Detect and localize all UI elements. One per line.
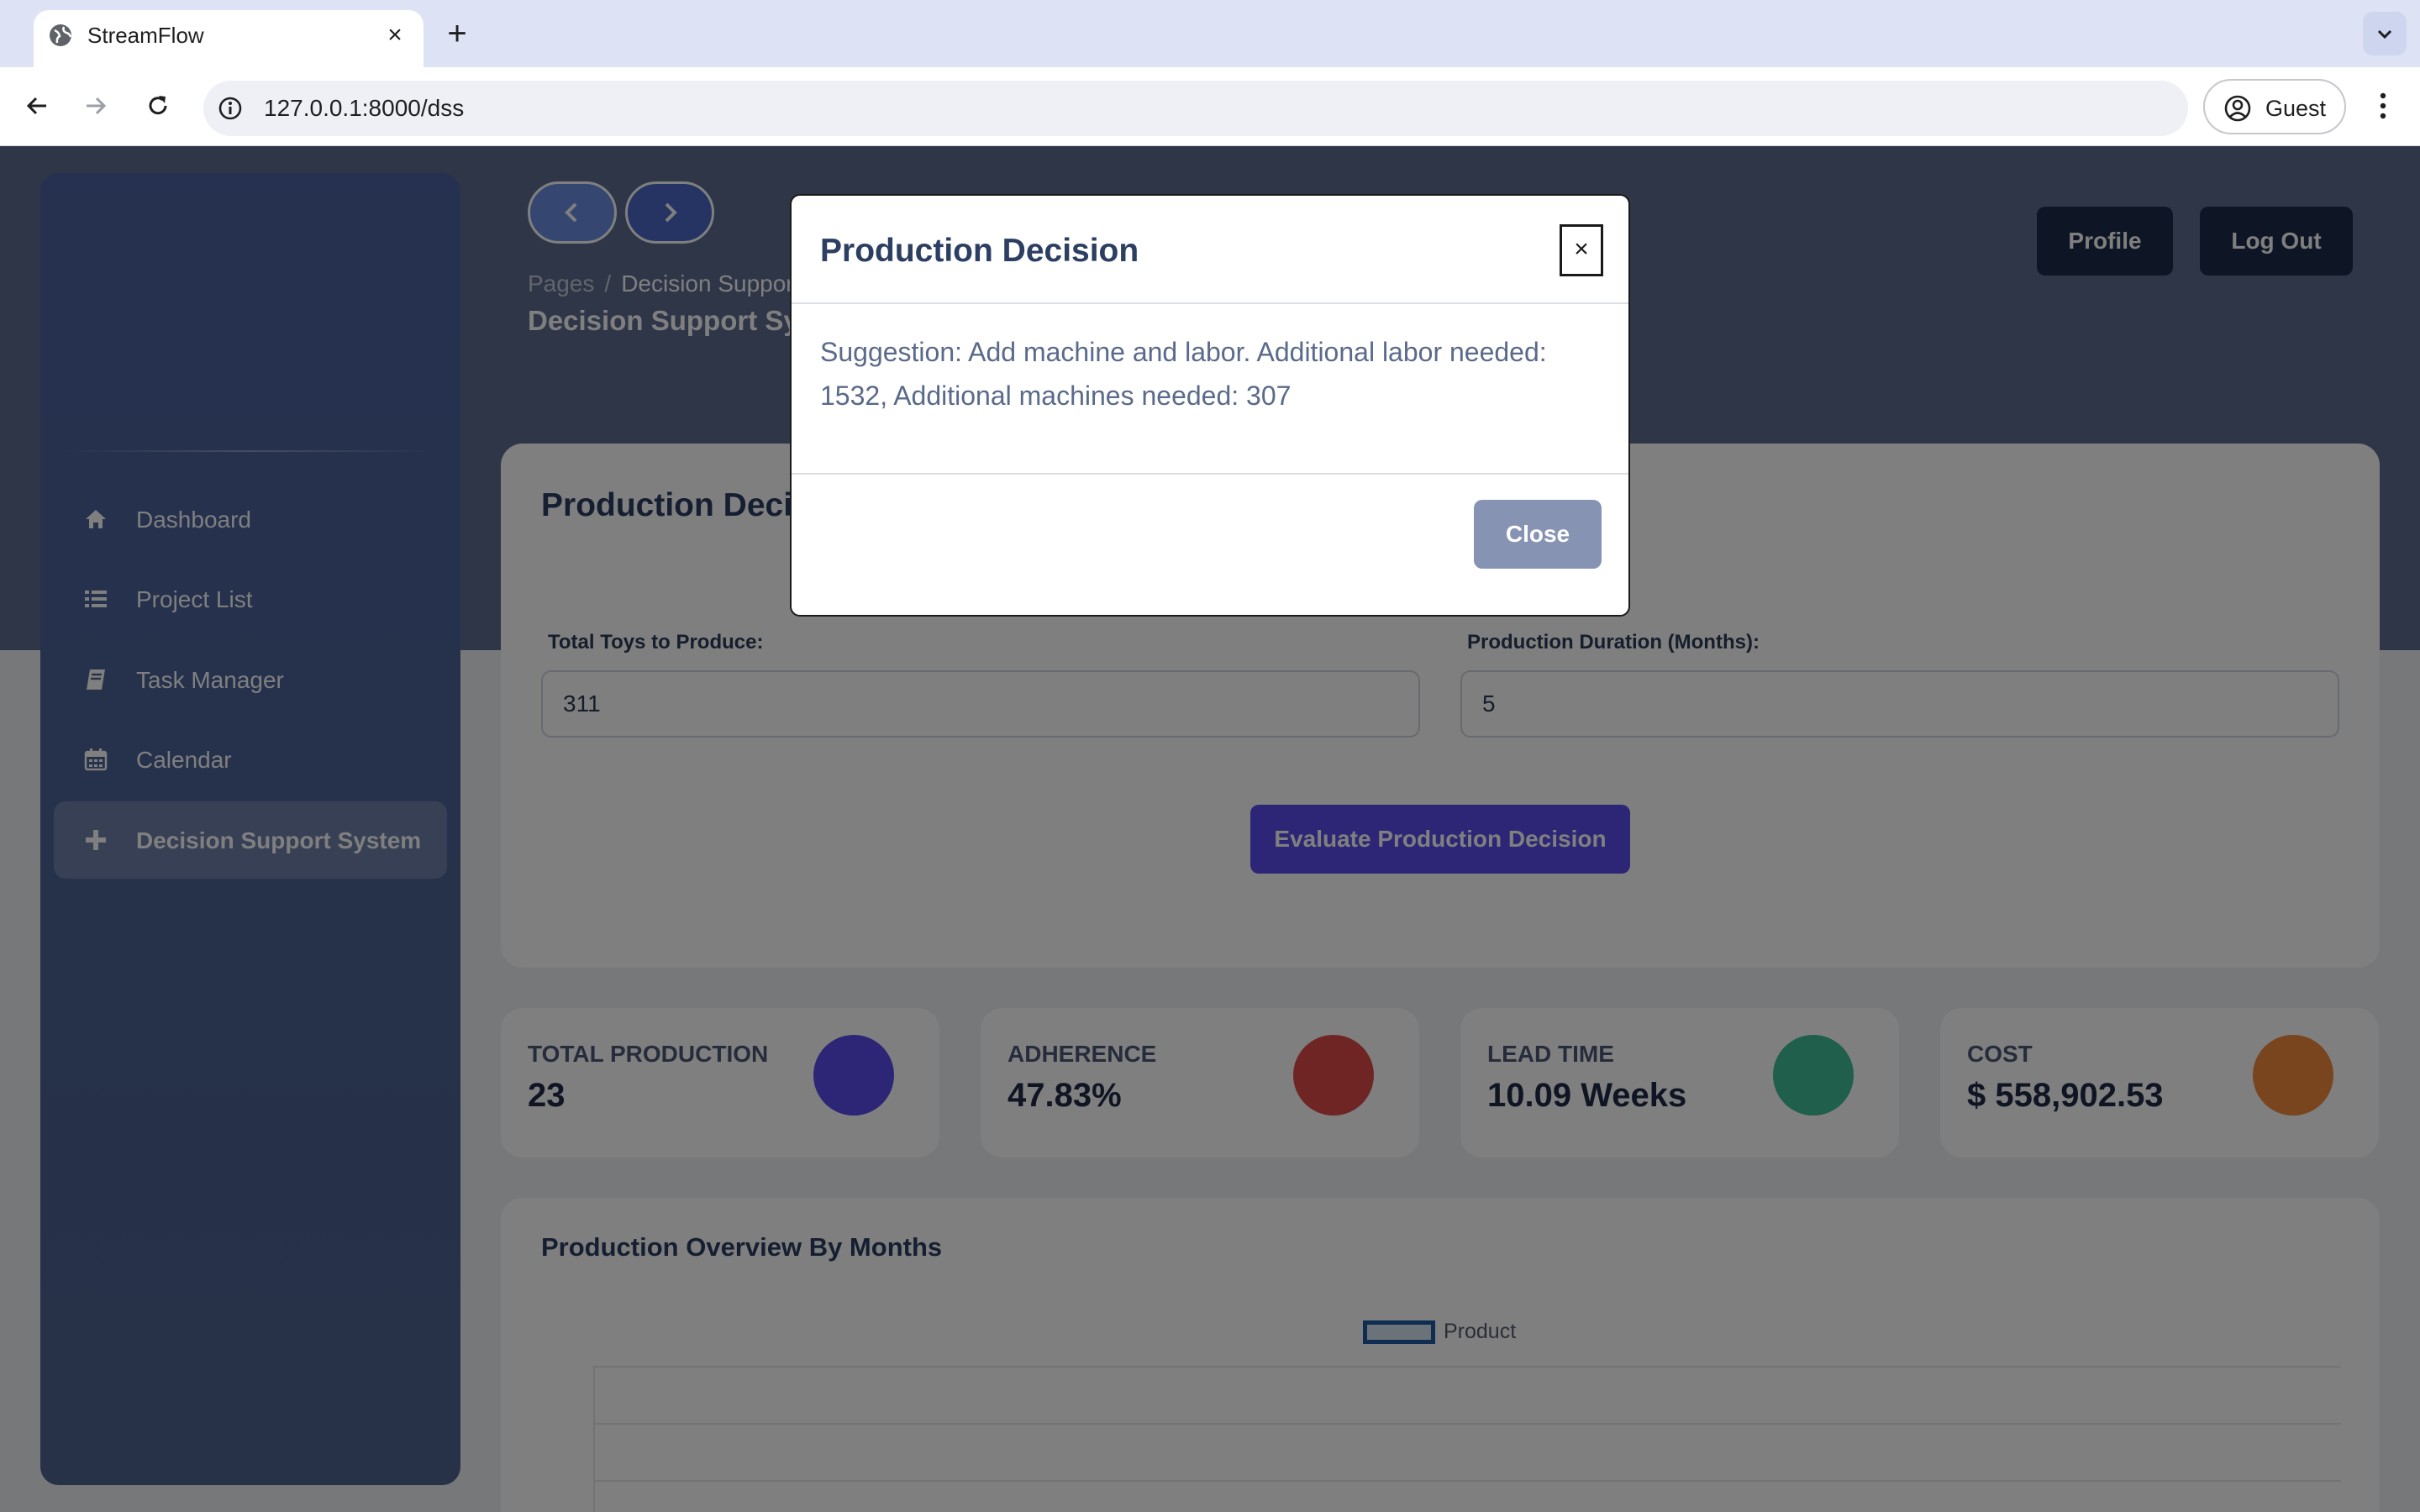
production-decision-modal: Production Decision × Suggestion: Add ma… xyxy=(790,194,1630,617)
profile-chip[interactable]: Guest xyxy=(2203,79,2346,134)
globe-icon xyxy=(50,24,72,46)
arrow-right-icon xyxy=(87,97,107,115)
modal-close-button[interactable]: Close xyxy=(1474,500,1602,569)
back-button[interactable] xyxy=(17,86,57,126)
reload-icon xyxy=(149,96,167,115)
modal-close-icon[interactable]: × xyxy=(1560,224,1603,276)
new-tab-icon[interactable]: + xyxy=(439,15,476,52)
tab-close-icon[interactable]: × xyxy=(378,18,412,52)
browser-tab[interactable]: StreamFlow × xyxy=(34,10,424,67)
browser-toolbar: 127.0.0.1:8000/dss Guest xyxy=(0,67,2420,146)
modal-divider xyxy=(792,473,1628,475)
modal-suggestion-text: Suggestion: Add machine and labor. Addit… xyxy=(820,337,1547,411)
browser-menu-button[interactable] xyxy=(2366,86,2400,126)
profile-label: Guest xyxy=(2265,96,2327,121)
chevron-down-icon xyxy=(2377,29,2392,39)
info-icon[interactable] xyxy=(217,95,244,122)
tab-search-button[interactable] xyxy=(2363,12,2407,55)
reload-button[interactable] xyxy=(138,86,178,126)
modal-title: Production Decision xyxy=(820,233,1139,269)
modal-divider xyxy=(792,302,1628,304)
browser-tab-bar: StreamFlow × + xyxy=(0,0,2420,67)
account-circle-icon xyxy=(2224,95,2251,122)
forward-button[interactable] xyxy=(76,86,116,126)
url-text[interactable]: 127.0.0.1:8000/dss xyxy=(264,94,464,123)
arrow-left-icon xyxy=(26,97,46,115)
more-vert-icon xyxy=(2380,92,2386,119)
tab-title: StreamFlow xyxy=(87,23,204,48)
address-bar[interactable]: 127.0.0.1:8000/dss xyxy=(203,81,2188,136)
